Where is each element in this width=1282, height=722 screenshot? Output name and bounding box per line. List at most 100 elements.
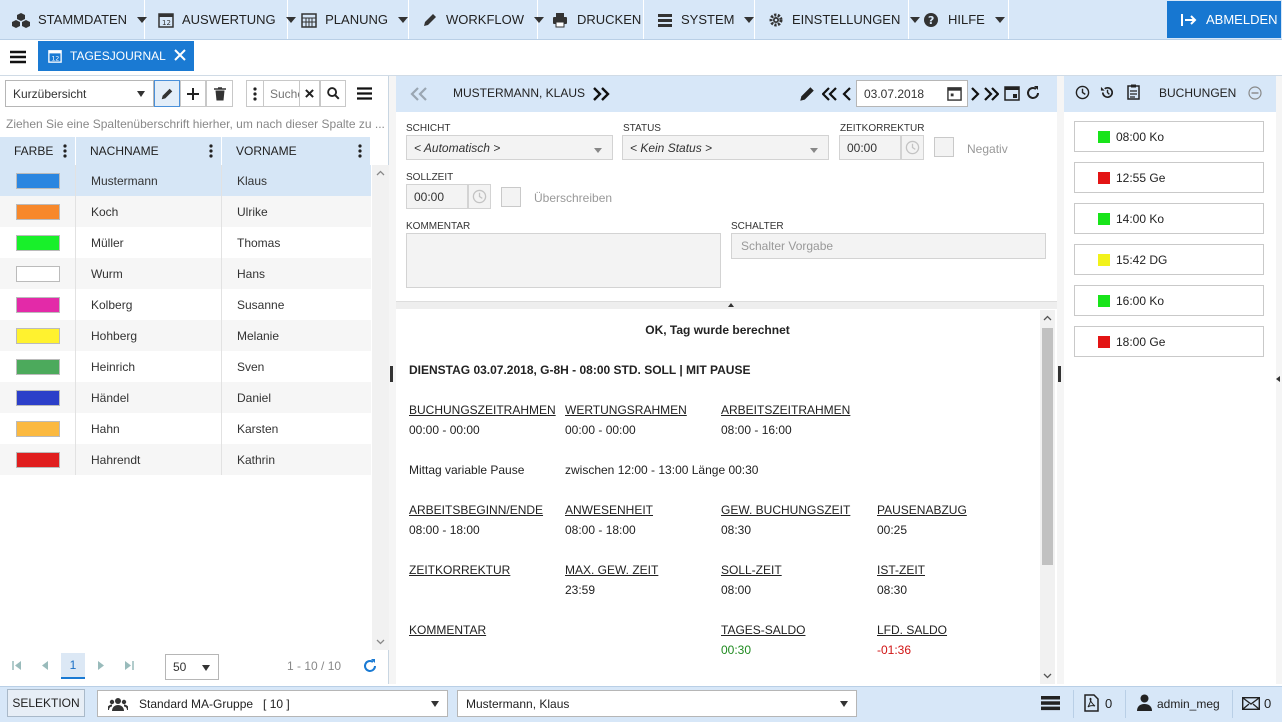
pager-last-icon[interactable] xyxy=(124,661,134,670)
chevron-down-icon[interactable] xyxy=(1043,673,1052,679)
clock-icon[interactable] xyxy=(468,184,491,209)
clipboard-icon[interactable] xyxy=(1127,84,1140,100)
sollzeit-input[interactable]: 00:00 xyxy=(406,184,468,209)
mail-count: 0 xyxy=(1264,696,1272,711)
help-circle-icon: ? xyxy=(922,11,940,29)
schalter-input[interactable]: Schalter Vorgabe xyxy=(731,233,1046,259)
kommentar-textarea[interactable] xyxy=(406,233,721,288)
search-options-button[interactable] xyxy=(246,80,264,107)
vorname-cell: Sven xyxy=(237,359,265,374)
pager-next-icon[interactable] xyxy=(97,661,105,670)
table-row[interactable]: Koch Ulrike xyxy=(0,196,371,227)
hamburger-menu-icon[interactable] xyxy=(10,50,26,64)
pager-prev-icon[interactable] xyxy=(41,661,49,670)
detail-scrollbar[interactable] xyxy=(1040,310,1055,684)
column-header-nachname[interactable]: NACHNAME xyxy=(76,137,222,165)
booking-item[interactable]: 16:00 Ko xyxy=(1074,285,1264,316)
zeitkorrektur-input[interactable]: 00:00 xyxy=(839,135,901,160)
search-button[interactable] xyxy=(320,80,346,107)
history-icon[interactable] xyxy=(1100,85,1115,100)
chevron-up-icon[interactable] xyxy=(1043,315,1052,321)
date-input[interactable]: 03.07.2018 xyxy=(856,80,968,107)
reload-icon[interactable] xyxy=(1025,85,1041,101)
group-select[interactable]: Standard MA-Gruppe [ 10 ] xyxy=(97,690,448,717)
delete-view-button[interactable] xyxy=(206,80,233,107)
menu-hilfe[interactable]: ? HILFE xyxy=(910,0,1009,39)
selektion-button[interactable]: SELEKTION xyxy=(7,689,85,717)
negativ-checkbox[interactable] xyxy=(934,137,954,157)
server-status-icon[interactable] xyxy=(1041,695,1060,711)
table-row[interactable]: Müller Thomas xyxy=(0,227,371,258)
pdf-icon[interactable] xyxy=(1084,694,1099,712)
view-select[interactable]: Kurzübersicht xyxy=(5,80,154,107)
vorname-cell: Kathrin xyxy=(237,452,276,467)
calendar-today-icon[interactable] xyxy=(1004,85,1020,101)
booking-item[interactable]: 12:55 Ge xyxy=(1074,162,1264,193)
clock-icon[interactable] xyxy=(1075,85,1090,100)
menu-planung[interactable]: PLANUNG xyxy=(289,0,409,39)
menu-drucken[interactable]: DRUCKEN xyxy=(539,0,644,39)
menu-workflow[interactable]: WORKFLOW xyxy=(410,0,544,39)
collapse-icon[interactable] xyxy=(1248,86,1262,100)
status-select[interactable]: < Kein Status > xyxy=(622,135,829,160)
previous-week-icon[interactable] xyxy=(822,86,838,102)
next-employee-icon[interactable] xyxy=(592,86,622,102)
table-row[interactable]: Hahn Karsten xyxy=(0,413,371,444)
list-scrollbar[interactable] xyxy=(372,165,389,650)
add-view-button[interactable] xyxy=(180,80,206,107)
user-icon[interactable] xyxy=(1137,694,1152,711)
panel-splitter-left[interactable] xyxy=(389,76,396,684)
color-cell xyxy=(0,227,76,258)
next-day-icon[interactable] xyxy=(970,86,980,102)
column-header-vorname[interactable]: VORNAME xyxy=(222,137,371,165)
logout-button[interactable]: ABMELDEN xyxy=(1167,1,1281,38)
table-row[interactable]: Hahrendt Kathrin xyxy=(0,444,371,475)
vertical-dots-icon[interactable] xyxy=(63,144,67,158)
booking-item[interactable]: 15:42 DG xyxy=(1074,244,1264,275)
previous-day-icon[interactable] xyxy=(842,86,852,102)
ueberschreiben-checkbox[interactable] xyxy=(501,187,521,207)
chevron-up-icon[interactable] xyxy=(376,170,385,176)
section-splitter[interactable] xyxy=(396,301,1057,309)
users-icon xyxy=(108,697,128,711)
vertical-dots-icon[interactable] xyxy=(209,144,213,158)
calendar-icon[interactable] xyxy=(947,86,962,101)
tab-tagesjournal[interactable]: 12 TAGESJOURNAL xyxy=(38,41,194,71)
list-menu-icon[interactable] xyxy=(357,87,372,100)
menu-system[interactable]: SYSTEM xyxy=(645,0,755,39)
table-row[interactable]: Heinrich Sven xyxy=(0,351,371,382)
pager-first-icon[interactable] xyxy=(12,661,22,670)
schicht-select[interactable]: < Automatisch > xyxy=(406,135,613,160)
table-row[interactable]: Kolberg Susanne xyxy=(0,289,371,320)
page-size-select[interactable]: 50 xyxy=(165,654,219,680)
close-icon[interactable] xyxy=(174,49,186,61)
next-week-icon[interactable] xyxy=(983,86,999,102)
clock-icon[interactable] xyxy=(901,135,924,160)
menu-einstellungen[interactable]: EINSTELLUNGEN xyxy=(756,0,921,39)
refresh-icon[interactable] xyxy=(362,658,378,674)
menu-stammdaten[interactable]: STAMMDATEN xyxy=(0,0,148,39)
table-row[interactable]: Händel Daniel xyxy=(0,382,371,413)
table-row[interactable]: Hohberg Melanie xyxy=(0,320,371,351)
table-row[interactable]: Wurm Hans xyxy=(0,258,371,289)
booking-item[interactable]: 14:00 Ko xyxy=(1074,203,1264,234)
previous-employee-icon[interactable] xyxy=(410,86,440,102)
edit-day-icon[interactable] xyxy=(798,85,816,103)
chevron-down-icon xyxy=(137,91,145,97)
booking-item[interactable]: 18:00 Ge xyxy=(1074,326,1264,357)
employee-select[interactable]: Mustermann, Klaus xyxy=(457,690,857,717)
chevron-down-icon[interactable] xyxy=(376,639,385,645)
clear-search-button[interactable] xyxy=(299,80,320,107)
svg-text:12: 12 xyxy=(52,55,60,62)
booking-item[interactable]: 08:00 Ko xyxy=(1074,121,1264,152)
panel-splitter-right[interactable] xyxy=(1057,76,1064,684)
table-row[interactable]: Mustermann Klaus xyxy=(0,165,371,196)
column-header-farbe[interactable]: FARBE xyxy=(0,137,76,165)
menu-auswertung[interactable]: 12 AUSWERTUNG xyxy=(146,0,296,39)
pager-current-page[interactable]: 1 xyxy=(61,653,85,679)
search-input[interactable] xyxy=(264,80,300,107)
vertical-dots-icon[interactable] xyxy=(358,144,362,158)
right-edge-splitter[interactable] xyxy=(1276,76,1282,684)
mail-icon[interactable] xyxy=(1242,697,1260,710)
edit-view-button[interactable] xyxy=(154,80,180,107)
